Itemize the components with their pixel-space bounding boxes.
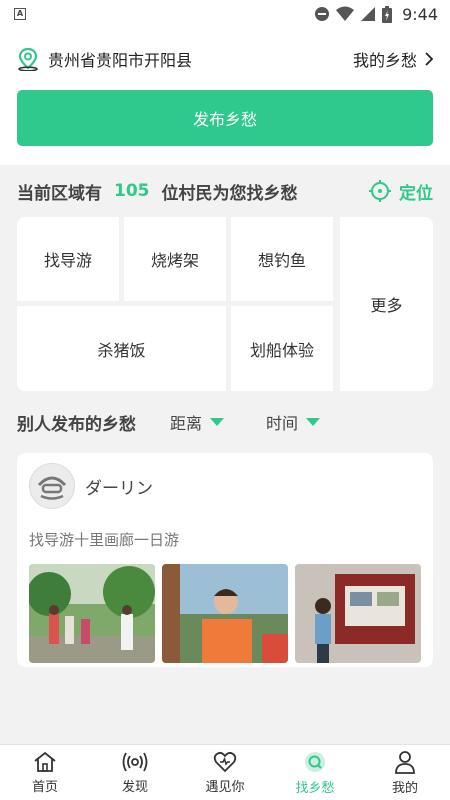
tab-mine[interactable]: 我的 [360, 745, 450, 800]
dnd-icon [315, 7, 330, 21]
app-indicator-icon: A [14, 8, 26, 20]
my-homesick-label: 我的乡愁 [352, 51, 417, 70]
status-time: 9:44 [402, 4, 438, 24]
villager-count: 105 [114, 181, 150, 201]
publish-homesick-button[interactable]: 发布乡愁 [17, 90, 433, 146]
sort-time[interactable]: 时间 [266, 410, 321, 434]
locate-button[interactable]: 定位 [369, 179, 433, 204]
region-suffix: 位村民为您找乡愁 [161, 183, 298, 204]
my-homesick-link[interactable]: 我的乡愁 [353, 47, 433, 71]
tag-find-guide[interactable]: 找导游 [17, 217, 119, 301]
tab-home[interactable]: 首页 [0, 745, 90, 800]
heart-icon [213, 751, 237, 772]
tag-bbq-grill[interactable]: 烧烤架 [124, 217, 226, 301]
tab-discover[interactable]: 发现 [90, 745, 180, 800]
tab-find-homesick-label: 找乡愁 [295, 780, 335, 796]
sort-distance-label: 距离 [170, 414, 203, 433]
status-bar: A 9:44 [0, 0, 450, 28]
location-pin-icon [18, 47, 38, 71]
location-row: 贵州省贵阳市开阳县 我的乡愁 [17, 28, 433, 90]
region-prefix: 当前区域有 [17, 183, 102, 204]
others-title: 别人发布的乡愁 [17, 414, 136, 435]
tag-boating[interactable]: 划船体验 [231, 306, 333, 391]
locate-crosshair-icon [369, 180, 391, 202]
battery-icon [382, 5, 393, 23]
tab-home-label: 首页 [31, 779, 58, 795]
tag-more[interactable]: 更多 [340, 217, 433, 391]
signal-icon [361, 7, 376, 21]
search-circle-icon [305, 751, 325, 772]
region-summary: 当前区域有 105 位村民为您找乡愁 定位 [0, 165, 450, 217]
tab-find-homesick[interactable]: 找乡愁 [270, 745, 360, 800]
tab-discover-label: 发现 [121, 779, 148, 795]
broadcast-icon [122, 752, 148, 771]
post-photos [29, 564, 421, 663]
location-text[interactable]: 贵州省贵阳市开阳县 [48, 47, 192, 71]
home-icon [34, 751, 56, 772]
header-section: 贵州省贵阳市开阳县 我的乡愁 发布乡愁 [0, 28, 450, 165]
post-photo-lifejacket[interactable] [162, 564, 288, 663]
post-card[interactable]: ダーリン 找导游十里画廊一日游 [17, 453, 433, 667]
avatar-logo-icon [37, 476, 67, 500]
bottom-tab-bar: 首页 发现 遇见你 找乡愁 我的 [0, 744, 450, 800]
dropdown-triangle-icon [306, 418, 321, 426]
wifi-icon [336, 6, 355, 21]
post-photo-group-hike[interactable] [29, 564, 155, 663]
user-icon [395, 750, 415, 774]
others-header: 别人发布的乡愁 距离 时间 [0, 391, 450, 453]
sort-distance[interactable]: 距离 [170, 410, 225, 434]
tag-fishing[interactable]: 想钓鱼 [231, 217, 333, 301]
sort-time-label: 时间 [266, 414, 299, 433]
tag-pig-feast[interactable]: 杀猪饭 [17, 306, 226, 391]
chevron-right-icon [425, 52, 433, 66]
tag-grid: 找导游 烧烤架 想钓鱼 更多 杀猪饭 划船体验 [17, 217, 433, 391]
avatar[interactable] [29, 463, 75, 509]
post-photo-exhibit[interactable] [295, 564, 421, 663]
dropdown-triangle-icon [210, 418, 225, 426]
tab-meet-you[interactable]: 遇见你 [180, 745, 270, 800]
tab-meet-you-label: 遇见你 [205, 779, 245, 795]
tab-mine-label: 我的 [391, 780, 418, 796]
post-description: 找导游十里画廊一日游 [29, 531, 180, 549]
locate-label: 定位 [399, 183, 433, 204]
post-user[interactable]: ダーリン [29, 463, 421, 509]
post-username: ダーリン [85, 478, 153, 499]
